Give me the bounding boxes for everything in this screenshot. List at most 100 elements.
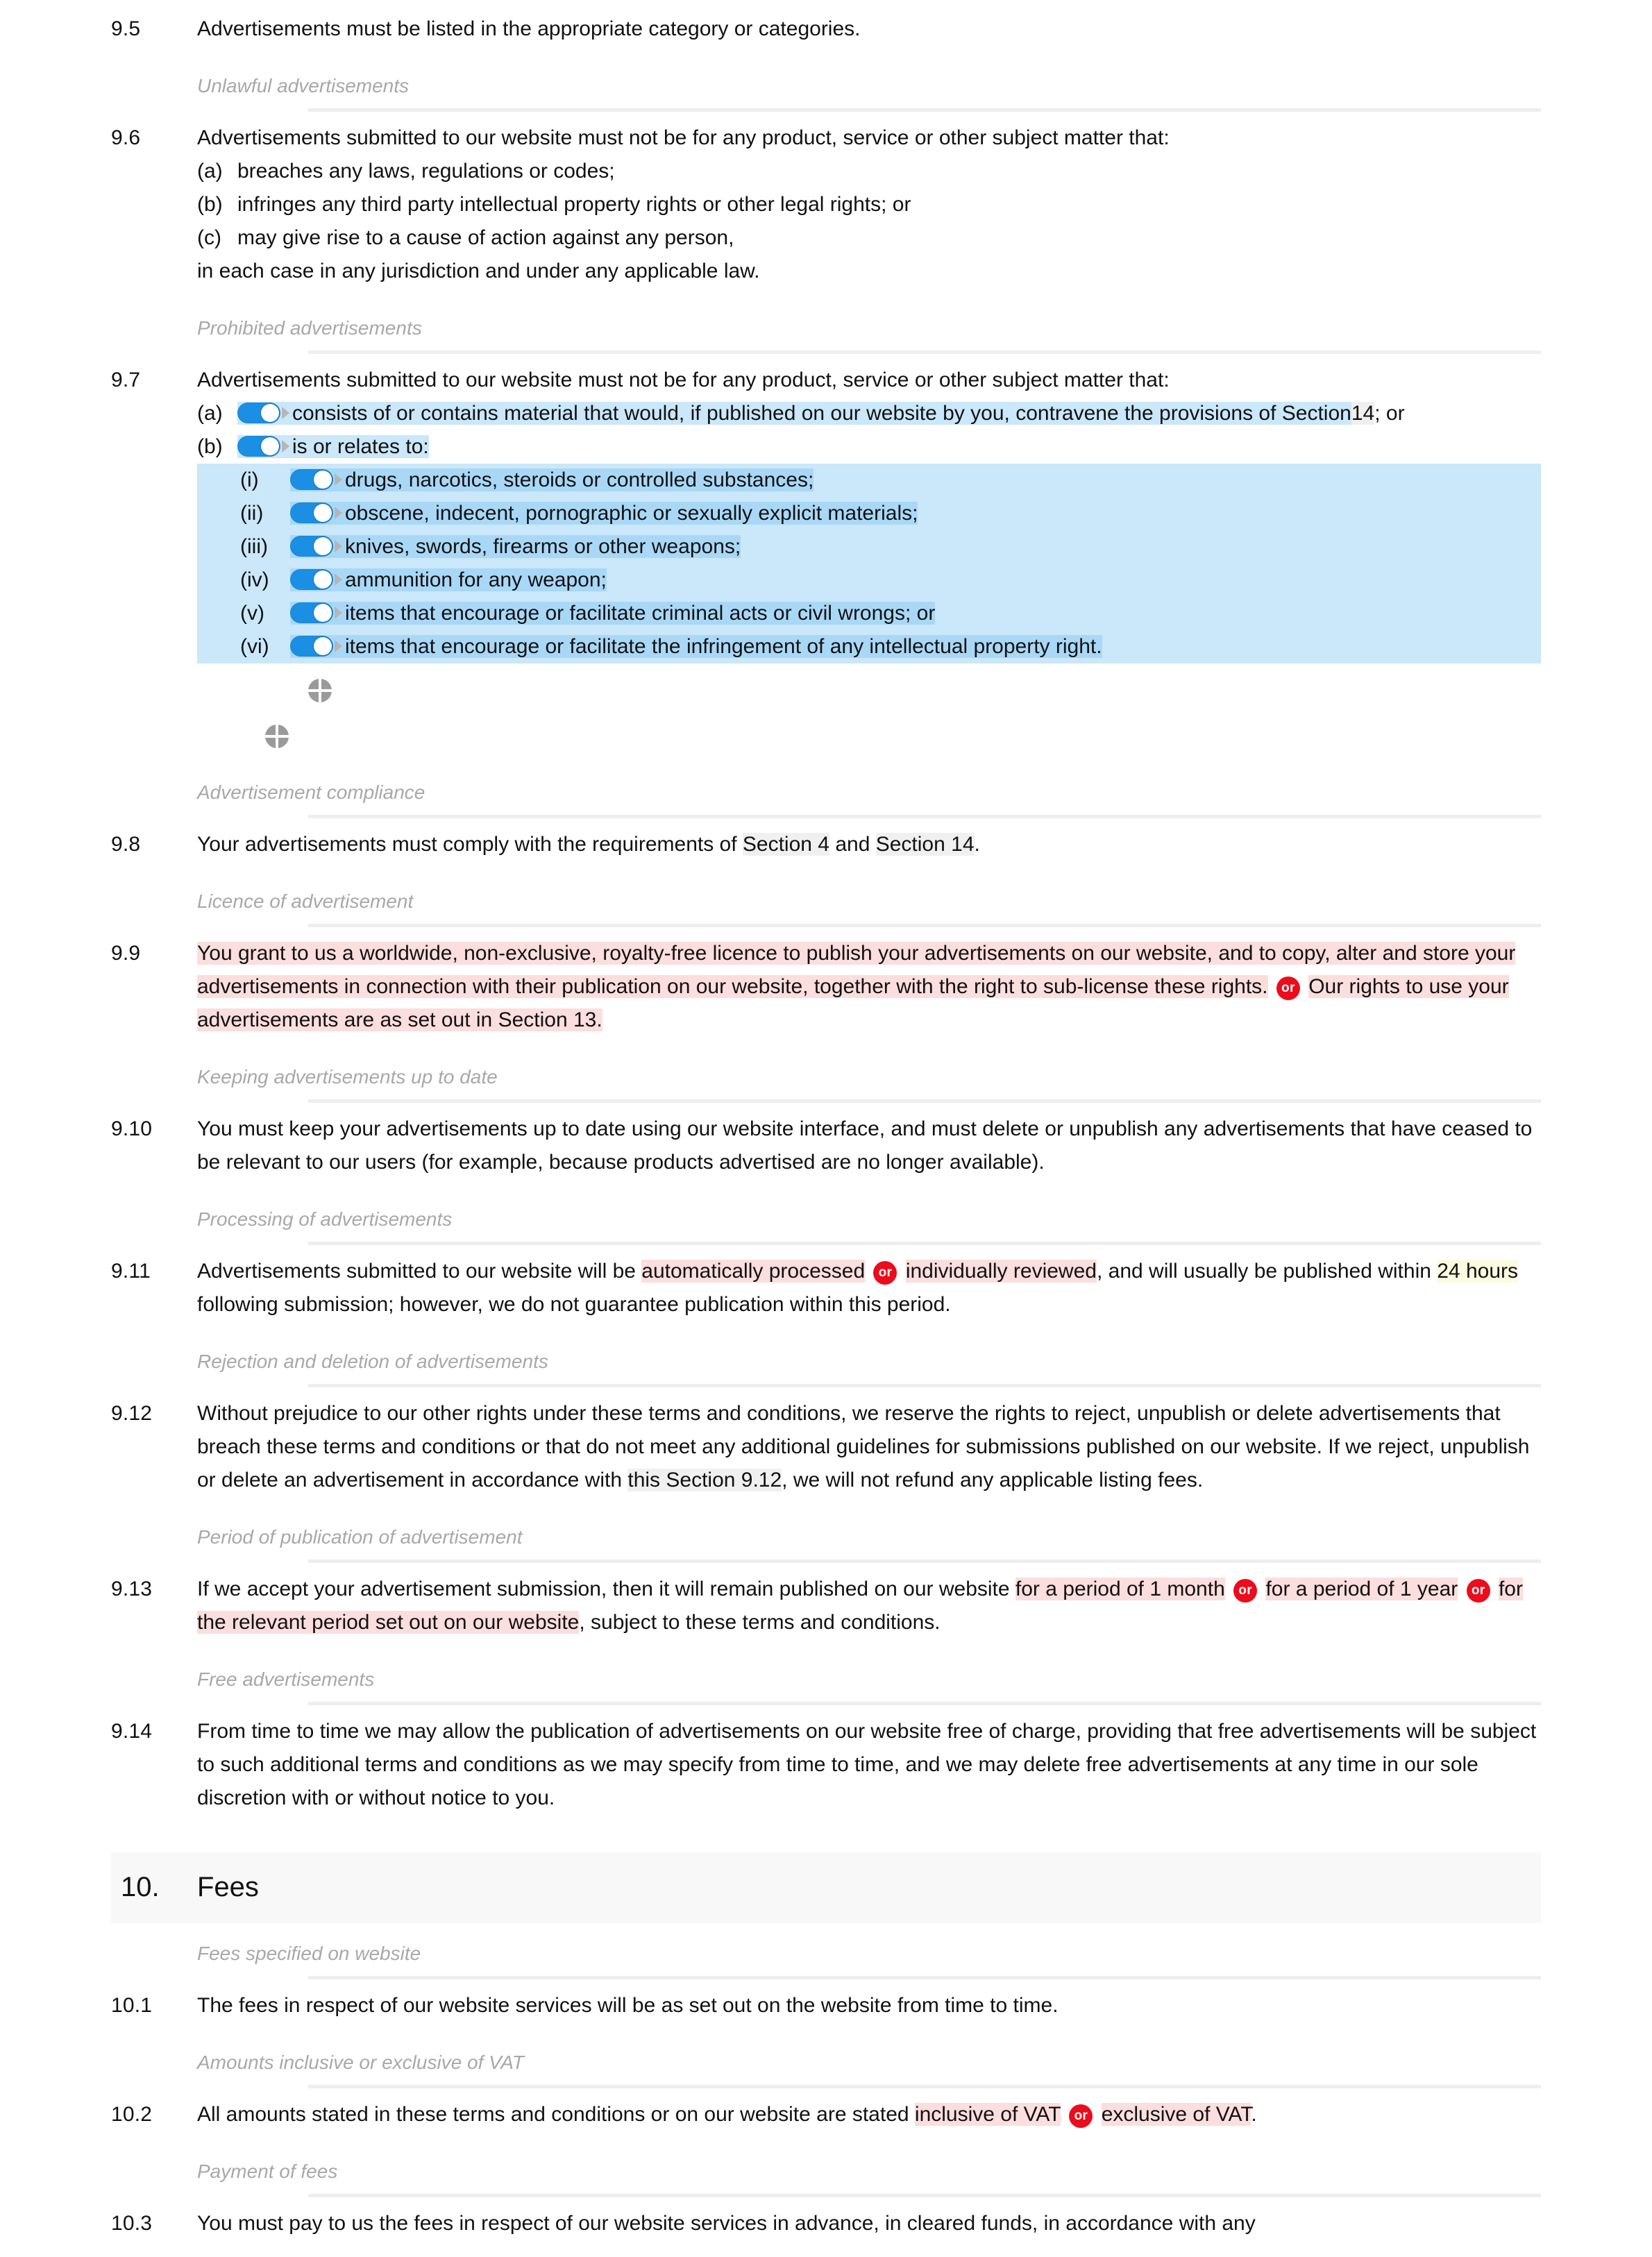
clause-9-10: 9.10 You must keep your advertisements u… <box>0 1103 1652 1189</box>
cross-reference[interactable]: 14 <box>1351 402 1375 425</box>
toggle-switch-9-7-b-iii[interactable] <box>290 536 333 557</box>
cross-reference-section-13[interactable]: Section 13 <box>498 1008 597 1031</box>
clause-number: 9.9 <box>111 942 141 965</box>
clause-paragraph: The fees in respect of our website servi… <box>197 1994 1059 2017</box>
clause-text: Advertisements submitted to our website … <box>197 112 1541 298</box>
clause-text: You grant to us a worldwide, non-exclusi… <box>197 927 1541 1047</box>
cross-reference-section-4[interactable]: Section 4 <box>742 833 829 856</box>
subheading-block-processing: Processing of advertisements <box>0 1189 1652 1245</box>
toggle-switch-9-7-b-ii[interactable] <box>290 502 333 523</box>
subheading-processing: Processing of advertisements <box>197 1208 453 1230</box>
toggle-switch-9-7-b-iv[interactable] <box>290 569 333 590</box>
clause-tail: in each case in any jurisdiction and und… <box>197 260 760 282</box>
text-run: If we accept your advertisement submissi… <box>197 1578 1015 1600</box>
clause-9-5: 9.5 Advertisements must be listed in the… <box>0 3 1652 56</box>
toggle-switch-9-7-a[interactable] <box>237 403 280 423</box>
clause-10-2: 10.2 All amounts stated in these terms a… <box>0 2088 1652 2141</box>
clause-paragraph: Advertisements submitted to our website … <box>197 1255 1541 1321</box>
clause-paragraph: All amounts stated in these terms and co… <box>197 2098 1541 2131</box>
clause-text: Without prejudice to our other rights un… <box>197 1387 1541 1507</box>
toggle-knob <box>314 504 332 522</box>
clause-number: 9.5 <box>111 17 141 40</box>
cross-reference-section-14[interactable]: Section 14 <box>875 833 975 856</box>
option-text: items that encourage or facilitate crimi… <box>345 602 936 625</box>
optional-text-variant-2[interactable]: exclusive of VAT <box>1101 2103 1251 2126</box>
caret-right-icon[interactable] <box>282 440 289 453</box>
caret-right-icon[interactable] <box>335 573 342 586</box>
list-item: (b) infringes any third party intellectu… <box>197 188 1541 221</box>
clause-text: Your advertisements must comply with the… <box>197 818 1541 871</box>
text-run: . <box>974 833 980 856</box>
optional-text-variant-2[interactable]: individually reviewed <box>905 1260 1097 1283</box>
or-badge[interactable]: or <box>1466 1579 1490 1603</box>
clause-number: 9.12 <box>111 1402 153 1425</box>
subheading-rejection: Rejection and deletion of advertisements <box>197 1351 548 1372</box>
clause-text: Advertisements submitted to our website … <box>197 1245 1541 1331</box>
subheading-keeping: Keeping advertisements up to date <box>197 1066 498 1088</box>
caret-right-icon[interactable] <box>335 473 342 486</box>
clause-9-6: 9.6 Advertisements submitted to our webs… <box>0 112 1652 298</box>
or-badge[interactable]: or <box>1233 1579 1258 1603</box>
optional-text-variant-1[interactable]: for a period of 1 month <box>1015 1578 1225 1600</box>
clause-10-1: 10.1 The fees in respect of our website … <box>0 1979 1652 2032</box>
list-marker: (v) <box>197 597 290 630</box>
clause-9-13: 9.13 If we accept your advertisement sub… <box>0 1563 1652 1649</box>
section-heading-10: 10. Fees <box>111 1852 1541 1923</box>
caret-right-icon[interactable] <box>335 640 342 652</box>
toggle-switch-9-7-b-vi[interactable] <box>290 636 333 657</box>
optional-text-variant-1[interactable]: automatically processed <box>641 1260 866 1283</box>
clause-9-7: 9.7 Advertisements submitted to our webs… <box>0 354 1652 673</box>
crosshair-move-icon[interactable] <box>265 725 289 748</box>
option-text: is or relates to: <box>292 435 429 458</box>
option-text: items that encourage or facilitate the i… <box>345 635 1102 658</box>
subheading-period: Period of publication of advertisement <box>197 1526 523 1548</box>
optional-text-variant-2[interactable]: for a period of 1 year <box>1265 1578 1458 1600</box>
clause-number: 9.6 <box>111 126 141 149</box>
list-marker: (ii) <box>197 497 290 530</box>
toggle-knob <box>261 404 279 422</box>
clause-number: 10.1 <box>111 1994 153 2017</box>
drag-handle-row-outer <box>0 711 1652 762</box>
list-text: knives, swords, firearms or other weapon… <box>290 530 1541 564</box>
list-text: breaches any laws, regulations or codes; <box>237 160 615 183</box>
list-text: is or relates to: <box>237 430 1541 464</box>
text-run: All amounts stated in these terms and co… <box>197 2103 915 2126</box>
toggle-switch-9-7-b-v[interactable] <box>290 602 333 623</box>
caret-right-icon[interactable] <box>282 407 289 419</box>
cross-reference-this-section[interactable]: this Section 9.12 <box>627 1469 782 1491</box>
toggle-switch-9-7-b-i[interactable] <box>290 469 333 490</box>
subheading-block-free: Free advertisements <box>0 1649 1652 1705</box>
clause-number: 9.14 <box>111 1720 153 1743</box>
list-text: items that encourage or facilitate crimi… <box>290 597 1541 630</box>
or-badge[interactable]: or <box>1276 977 1300 1000</box>
option-text: drugs, narcotics, steroids or controlled… <box>345 468 814 491</box>
subheading-fees-specified: Fees specified on website <box>197 1943 421 1964</box>
variable-field-duration[interactable]: 24 hours <box>1437 1260 1519 1283</box>
caret-right-icon[interactable] <box>335 540 342 552</box>
toggle-switch-9-7-b[interactable] <box>237 436 280 457</box>
list-item: (a) breaches any laws, regulations or co… <box>197 155 1541 188</box>
or-badge[interactable]: or <box>1069 2104 1093 2128</box>
optional-text-variant-1[interactable]: inclusive of VAT <box>914 2103 1061 2126</box>
list-item: (i) drugs, narcotics, steroids or contro… <box>197 464 1541 497</box>
subheading-block-rejection: Rejection and deletion of advertisements <box>0 1331 1652 1387</box>
clause-paragraph: If we accept your advertisement submissi… <box>197 1573 1541 1639</box>
clause-paragraph: Without prejudice to our other rights un… <box>197 1397 1541 1497</box>
or-badge[interactable]: or <box>873 1261 897 1285</box>
caret-right-icon[interactable] <box>335 607 342 619</box>
crosshair-move-icon[interactable] <box>308 679 332 702</box>
subheading-block-prohibited: Prohibited advertisements <box>0 298 1652 354</box>
list-marker: (vi) <box>197 630 290 663</box>
list-item-9-7-a: (a) consists of or contains material tha… <box>197 397 1541 430</box>
option-text: obscene, indecent, pornographic or sexua… <box>345 502 918 525</box>
clause-text: You must keep your advertisements up to … <box>197 1103 1541 1189</box>
clause-paragraph: You must keep your advertisements up to … <box>197 1117 1533 1174</box>
subheading-block-keeping: Keeping advertisements up to date <box>0 1047 1652 1103</box>
clause-paragraph: Your advertisements must comply with the… <box>197 828 1541 861</box>
clause-number: 10.2 <box>111 2103 153 2126</box>
clause-text: Advertisements must be listed in the app… <box>197 3 1541 56</box>
clause-number: 9.11 <box>111 1260 151 1283</box>
caret-right-icon[interactable] <box>335 507 342 519</box>
text-run: . <box>1251 2103 1257 2126</box>
list-marker: (iv) <box>197 564 290 597</box>
